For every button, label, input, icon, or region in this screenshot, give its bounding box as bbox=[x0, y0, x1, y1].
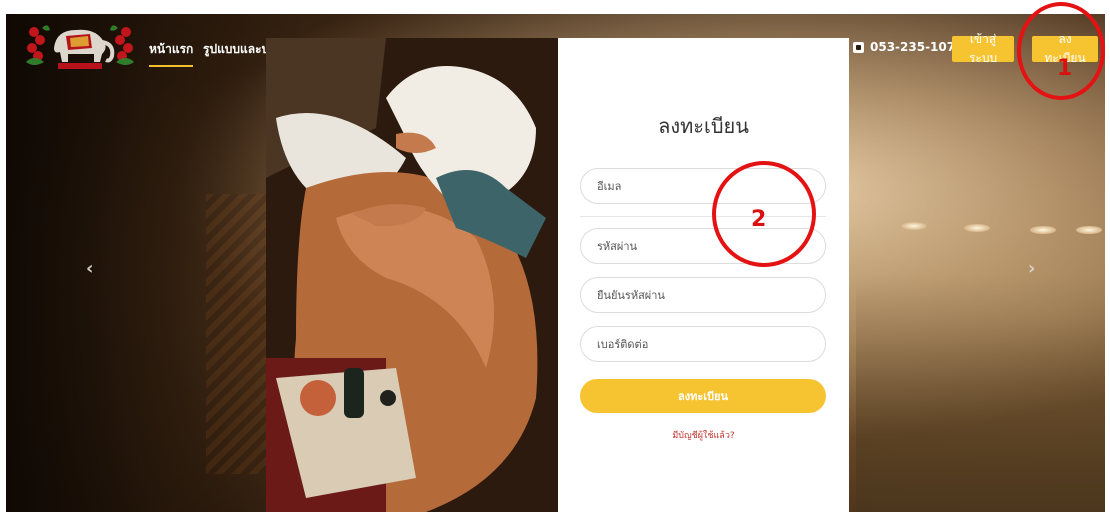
register-modal: ลงทะเบียน ลงทะเบียน มีบัญชีผู้ใช้แล้ว? bbox=[266, 38, 849, 512]
nav-link-home[interactable]: หน้าแรก bbox=[149, 40, 194, 67]
annotation-number-2: 2 bbox=[751, 207, 767, 232]
background-candle bbox=[1076, 226, 1102, 234]
massage-photo bbox=[266, 38, 558, 512]
phone-field[interactable] bbox=[580, 326, 826, 362]
phone-number: 053-235-107 bbox=[870, 40, 956, 54]
phone-contact: 053-235-107 bbox=[853, 40, 955, 54]
annotation-number-1: 1 bbox=[1057, 56, 1073, 81]
register-form: ลงทะเบียน ลงทะเบียน มีบัญชีผู้ใช้แล้ว? bbox=[558, 38, 849, 512]
login-button[interactable]: เข้าสู่ระบบ bbox=[952, 32, 1014, 65]
chevron-left-icon[interactable]: ‹ bbox=[86, 258, 93, 279]
elephant-logo-icon[interactable] bbox=[20, 18, 140, 72]
background-floor bbox=[856, 274, 1105, 512]
chevron-right-icon[interactable]: › bbox=[1028, 258, 1035, 279]
annotation-circle-1 bbox=[1017, 2, 1105, 100]
background-candle bbox=[964, 224, 990, 232]
background-candle bbox=[901, 222, 927, 230]
register-submit-button[interactable]: ลงทะเบียน bbox=[580, 379, 826, 413]
background-candle bbox=[1030, 226, 1056, 234]
phone-icon bbox=[853, 41, 864, 53]
register-title: ลงทะเบียน bbox=[658, 114, 749, 138]
confirm-password-field[interactable] bbox=[580, 277, 826, 313]
have-account-link[interactable]: มีบัญชีผู้ใช้แล้ว? bbox=[558, 428, 849, 442]
